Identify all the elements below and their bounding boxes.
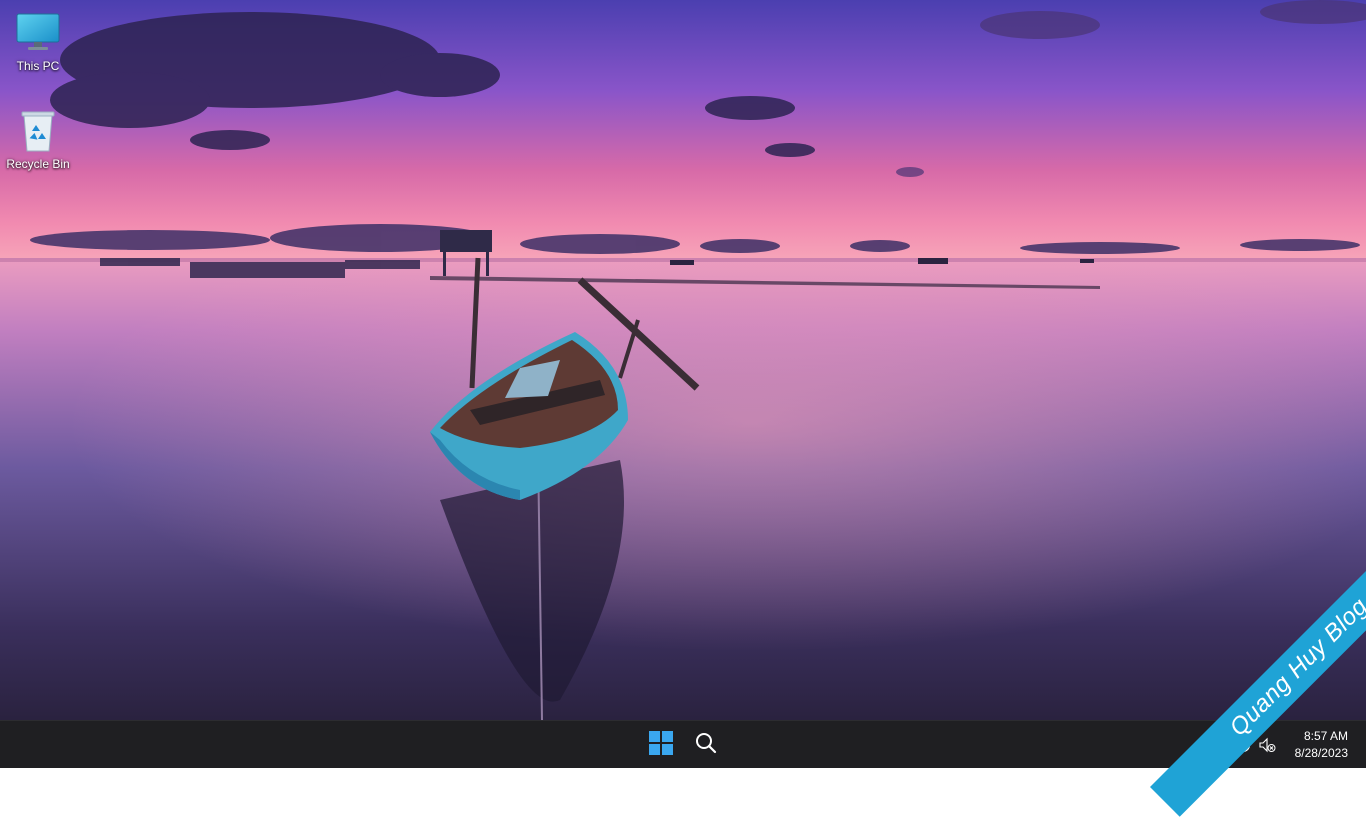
desktop-icon-this-pc[interactable]: This PC [0,10,76,73]
clock-time: 8:57 AM [1303,729,1348,743]
taskbar: 8:57 AM 8/28/2023 [0,720,1366,768]
search-icon [695,732,717,759]
desktop-icon-label: This PC [16,59,60,73]
network-globe-icon[interactable] [1234,736,1252,754]
desktop-icon-recycle-bin[interactable]: Recycle Bin [0,108,76,171]
volume-muted-icon[interactable] [1258,736,1276,754]
desktop-wallpaper [0,0,1366,720]
windows-start-icon [649,730,673,760]
start-button[interactable] [643,727,679,763]
search-button[interactable] [688,727,724,763]
tray-clock[interactable]: 8:57 AM 8/28/2023 [1295,728,1348,762]
recycle-bin-icon [14,108,62,154]
monitor-icon [14,10,62,56]
desktop-icon-label: Recycle Bin [6,157,70,171]
clock-date: 8/28/2023 [1294,746,1348,760]
